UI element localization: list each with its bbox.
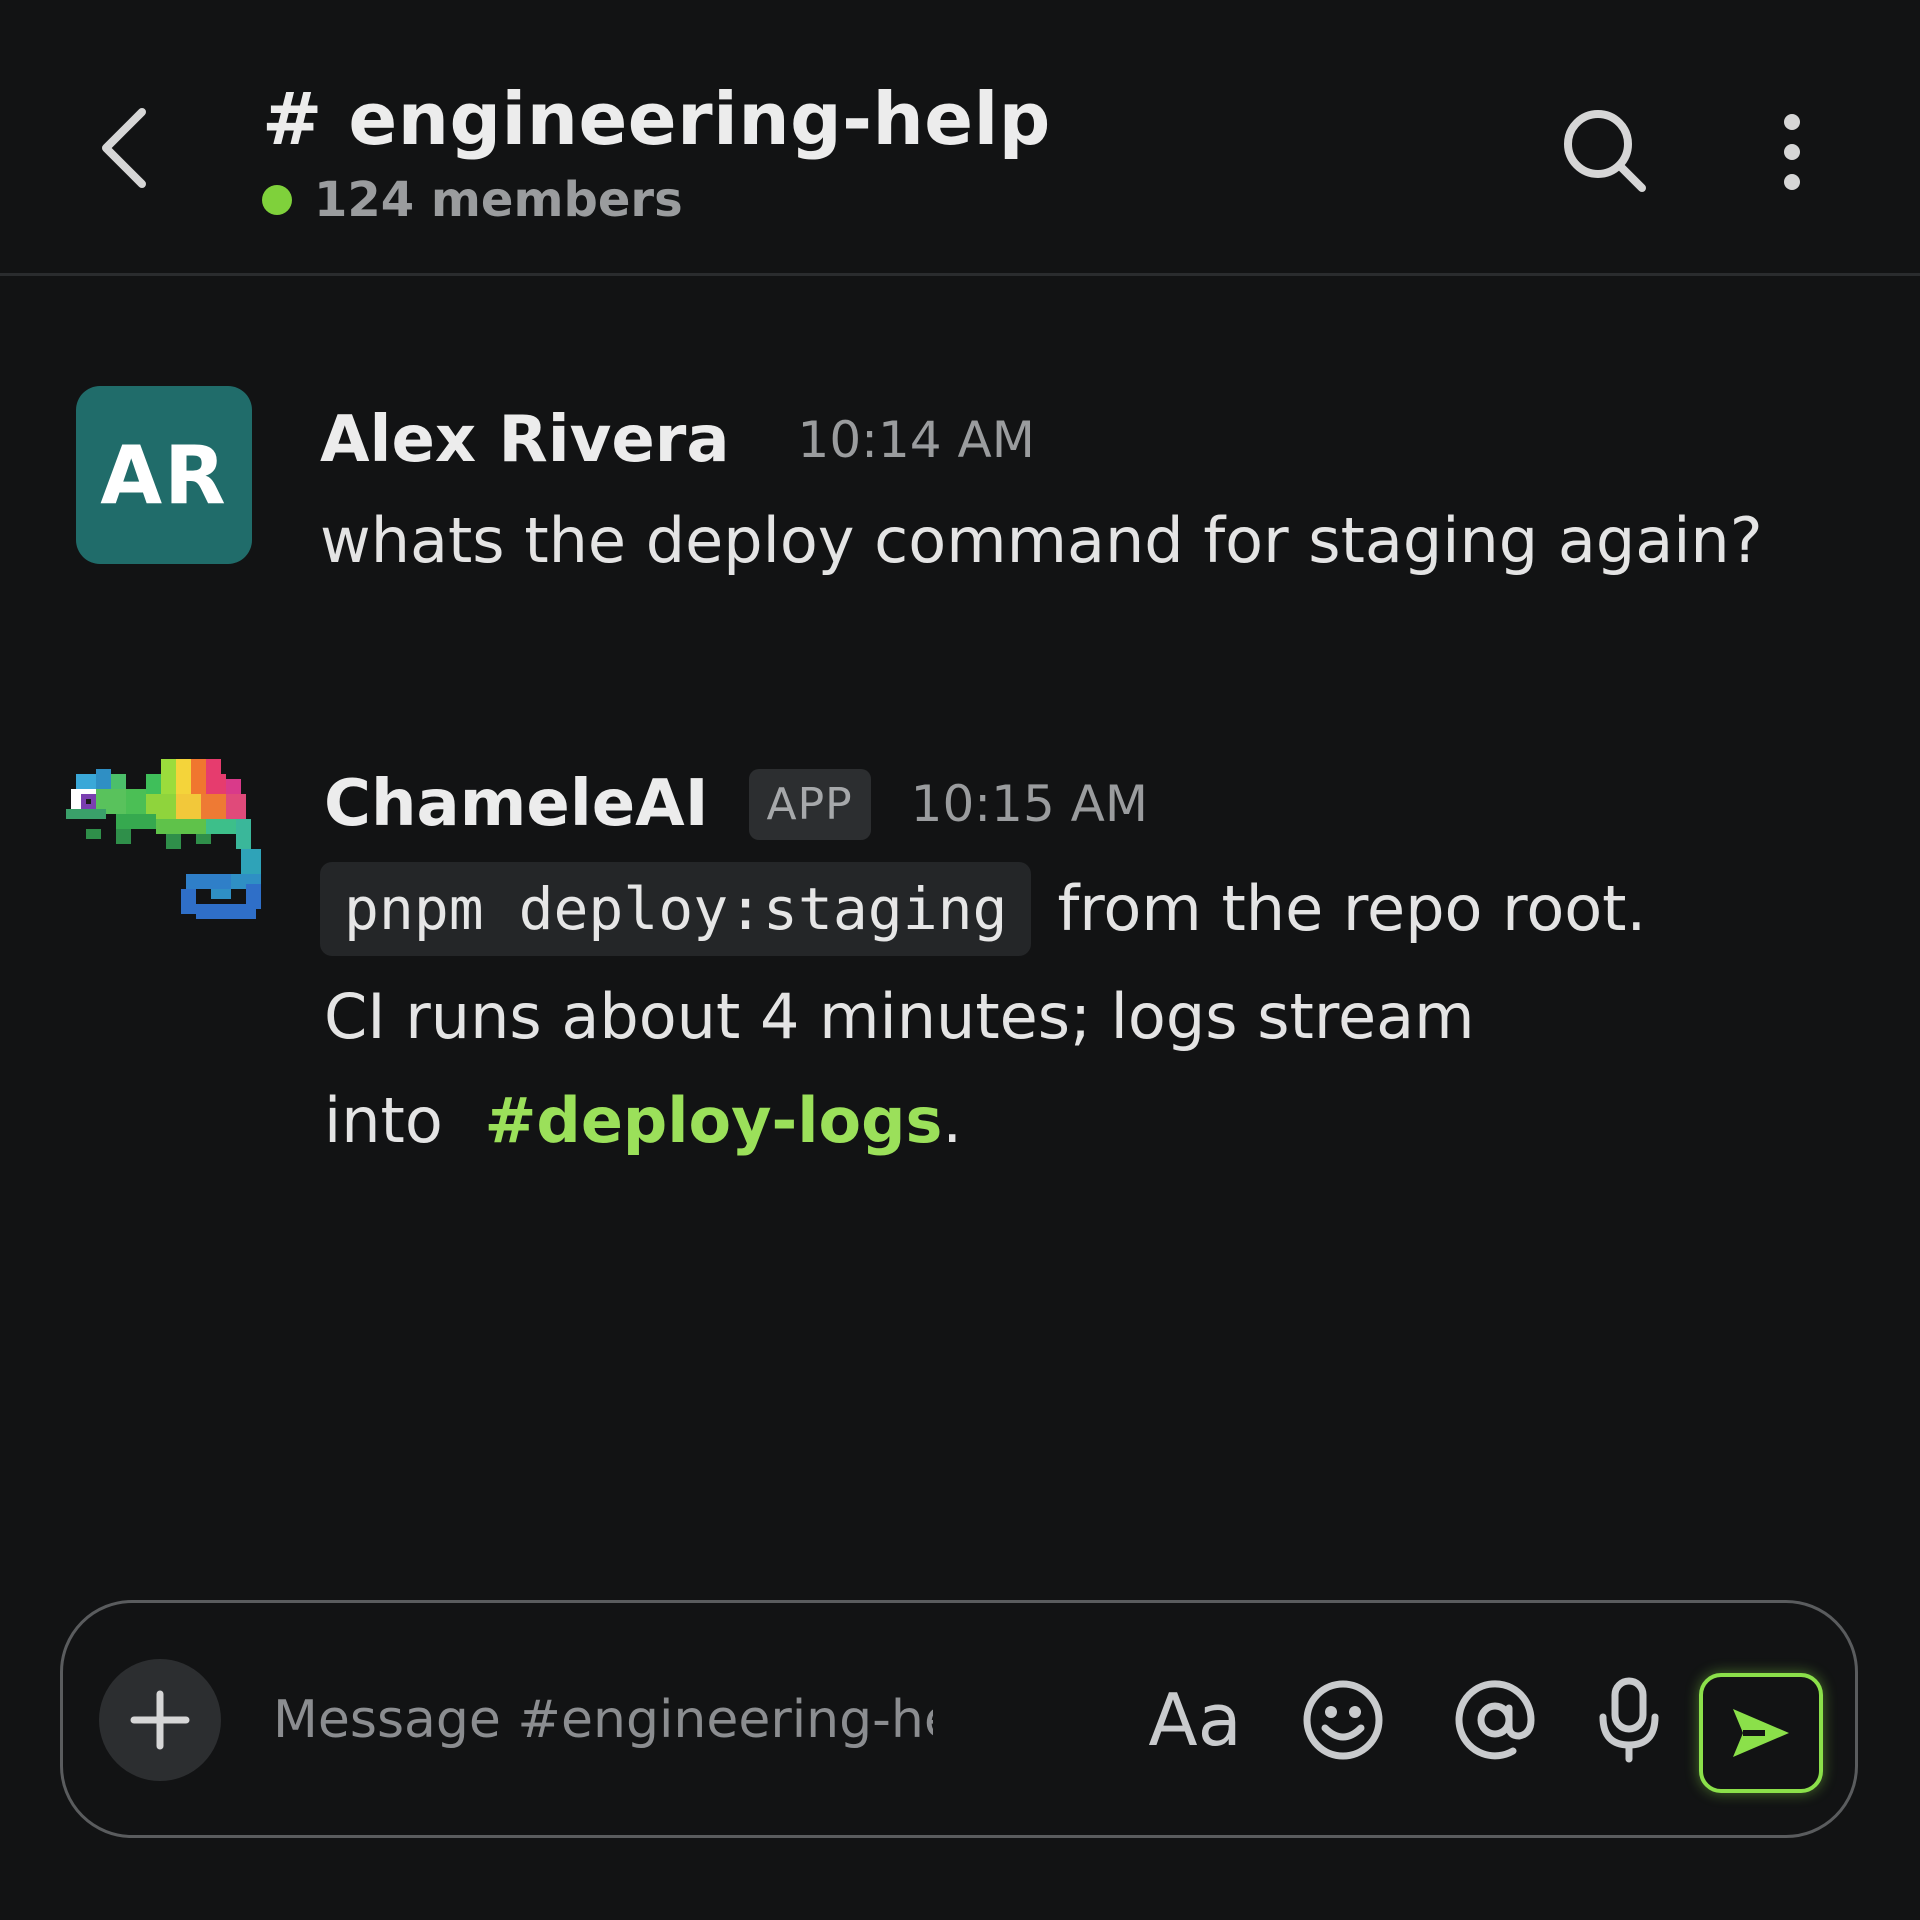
chameleon-logo-icon: [66, 759, 261, 919]
timestamp: 10:15 AM: [910, 775, 1149, 833]
message-header: ChameleAI APP 10:15 AM: [324, 760, 1148, 848]
add-attachment-button[interactable]: [99, 1659, 221, 1781]
more-vertical-icon: [1784, 114, 1800, 190]
author-name[interactable]: ChameleAI: [324, 767, 709, 841]
search-button[interactable]: [1558, 104, 1654, 200]
avatar[interactable]: [66, 754, 276, 934]
voice-button[interactable]: [1589, 1659, 1669, 1781]
message-header: Alex Rivera 10:14 AM: [320, 396, 1035, 484]
send-icon: [1733, 1709, 1789, 1757]
author-name[interactable]: Alex Rivera: [320, 403, 730, 477]
channel-header: # engineering-help 124 members: [0, 0, 1920, 276]
chat-app: # engineering-help 124 members AR Alex R…: [0, 0, 1920, 1920]
channel-title[interactable]: # engineering-help: [262, 74, 1051, 164]
emoji-icon: [1303, 1680, 1383, 1760]
mention-button[interactable]: [1445, 1659, 1545, 1781]
message-text: into: [324, 1084, 443, 1157]
inline-code: pnpm deploy:staging: [320, 862, 1032, 956]
avatar[interactable]: AR: [76, 386, 252, 564]
more-options-button[interactable]: [1750, 104, 1834, 200]
channel-link[interactable]: #deploy-logs: [484, 1084, 942, 1157]
message-line-2: CI runs about 4 minutes; logs stream: [324, 980, 1475, 1053]
message-input[interactable]: [271, 1657, 935, 1783]
back-button[interactable]: [78, 96, 174, 200]
emoji-button[interactable]: [1293, 1659, 1393, 1781]
plus-icon: [130, 1690, 190, 1750]
members-label: 124 members: [314, 172, 683, 228]
app-badge: APP: [748, 768, 871, 840]
message-text: from the repo root.: [1057, 872, 1647, 945]
message-text: .: [942, 1084, 963, 1157]
microphone-icon: [1599, 1677, 1659, 1763]
search-icon: [1564, 110, 1646, 192]
timestamp: 10:14 AM: [797, 411, 1035, 469]
member-count[interactable]: 124 members: [262, 170, 683, 230]
chevron-left-icon: [102, 108, 146, 188]
message-text: whats the deploy command for staging aga…: [320, 504, 1763, 577]
message-line-1: pnpm deploy:staging from the repo root.: [320, 862, 1646, 956]
format-text-button[interactable]: Aa: [1135, 1659, 1255, 1781]
at-icon: [1455, 1680, 1535, 1760]
presence-dot: [262, 185, 292, 215]
send-button[interactable]: [1699, 1673, 1823, 1793]
message-line-3: into #deploy-logs.: [324, 1080, 962, 1162]
message-composer: Aa: [60, 1600, 1858, 1838]
